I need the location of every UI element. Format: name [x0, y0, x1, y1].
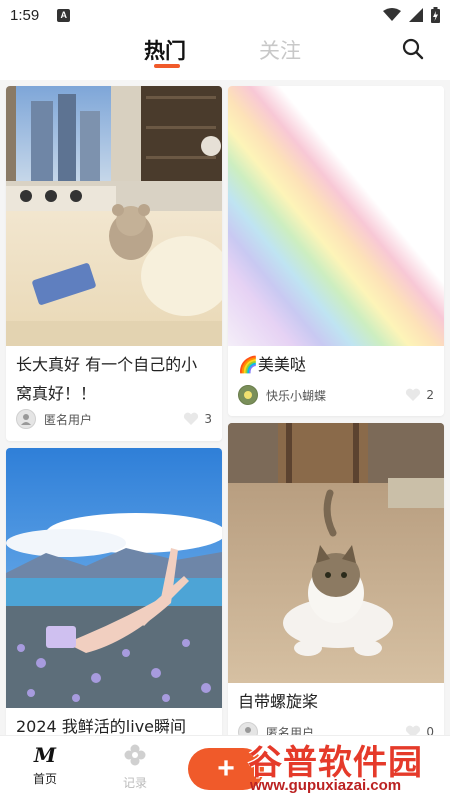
tab-follow[interactable]: 关注 [259, 35, 301, 65]
bedroom-teddy-bear-photo [6, 86, 222, 346]
status-bar: 1:59 A [0, 0, 450, 30]
author-name[interactable]: 匿名用户 [44, 411, 92, 428]
nav-record[interactable]: 记录 [105, 744, 165, 791]
like-button[interactable]: 0 [405, 725, 434, 735]
tab-hot[interactable]: 热门 [144, 35, 186, 65]
post-meta: 匿名用户 3 [16, 408, 212, 430]
search-icon[interactable] [401, 37, 425, 61]
like-count: 0 [426, 725, 434, 735]
post-meta: 匿名用户 0 [238, 721, 434, 735]
rainbow-photo [228, 86, 444, 346]
heart-icon [406, 388, 421, 401]
home-logo-icon: M [33, 743, 57, 767]
cat-floor-photo [228, 423, 444, 683]
heart-icon [406, 725, 421, 735]
like-button[interactable]: 3 [183, 412, 212, 426]
post-card[interactable]: 自带螺旋桨 匿名用户 0 [228, 423, 444, 735]
avatar[interactable] [16, 409, 36, 429]
lake-flowers-photo [6, 448, 222, 708]
active-tab-indicator [154, 64, 180, 68]
author-name[interactable]: 匿名用户 [266, 724, 314, 736]
post-title: 🌈美美哒 [238, 355, 306, 374]
like-button[interactable]: 2 [405, 388, 434, 402]
avatar[interactable] [238, 722, 258, 735]
bottom-navigation: M 首页 记录 + [0, 735, 450, 800]
status-icons [383, 7, 440, 23]
post-title: 自带螺旋桨 [238, 692, 319, 711]
nav-record-label: 记录 [122, 776, 147, 790]
wifi-icon [383, 8, 401, 21]
post-card[interactable]: 长大真好 有一个自己的小窝真好！！ 匿名用户 3 [6, 86, 222, 441]
a-letter-icon: A [57, 8, 71, 22]
nav-home[interactable]: M 首页 [15, 744, 75, 787]
like-count: 3 [204, 412, 212, 426]
cellular-icon [409, 8, 423, 22]
user-icon [21, 414, 31, 425]
flower-icon [124, 744, 146, 766]
status-time: 1:59 [10, 6, 40, 24]
like-count: 2 [426, 388, 434, 402]
post-title: 2024 我鲜活的live瞬间 [16, 717, 187, 735]
user-icon [245, 727, 251, 733]
user-icon [244, 391, 252, 399]
post-card[interactable]: 2024 我鲜活的live瞬间 [6, 448, 222, 735]
post-feed[interactable]: 长大真好 有一个自己的小窝真好！！ 匿名用户 3 🌈美美哒 快乐小蝴蝶 2 20… [0, 80, 450, 735]
add-post-button[interactable]: + [188, 748, 264, 790]
post-meta: 快乐小蝴蝶 2 [238, 384, 434, 406]
post-title: 长大真好 有一个自己的小窝真好！！ [16, 355, 198, 403]
top-header: 热门 关注 [0, 30, 450, 80]
battery-icon [431, 7, 440, 23]
nav-home-label: 首页 [32, 772, 57, 786]
avatar[interactable] [238, 385, 258, 405]
post-card[interactable]: 🌈美美哒 快乐小蝴蝶 2 [228, 86, 444, 416]
heart-icon [184, 412, 199, 425]
author-name[interactable]: 快乐小蝴蝶 [266, 387, 326, 404]
